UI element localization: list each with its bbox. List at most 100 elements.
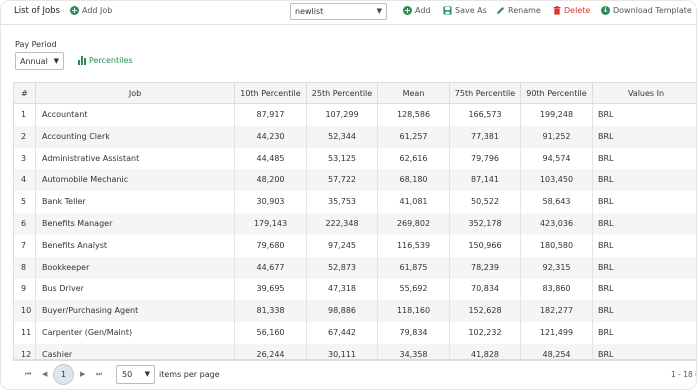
pay-period-select[interactable]: Annual ▼ [15,52,64,70]
cell-p10: 44,230 [235,125,307,148]
add-label: Add [415,6,431,15]
table-row[interactable]: 11 Carpenter (Gen/Maint) 56,160 67,442 79,83… [14,322,696,344]
cell-p90: 199,248 [521,104,593,126]
add-job-label: Add Job [82,6,113,15]
cell-p75: 50,522 [450,191,521,214]
table-row[interactable]: 1 Accountant 87,917 107,299 128,586 166,573 19… [14,104,696,126]
cell-p25: 107,299 [307,104,378,126]
cell-p25: 97,245 [307,234,378,257]
table-row[interactable]: 9 Bus Driver 39,695 47,318 55,692 70,834 83,86… [14,278,696,301]
caret-down-icon: ▼ [144,370,150,378]
column-header-mean[interactable]: Mean [378,83,450,104]
column-header-p75[interactable]: 75th Percentile [450,83,521,104]
delete-button[interactable]: Delete [553,6,590,15]
cell-p25: 98,886 [307,300,378,323]
table-row[interactable]: 8 Bookkeeper 44,677 52,873 61,875 78,239 92,31… [14,256,696,279]
table-row[interactable]: 7 Benefits Analyst 79,680 97,245 116,539 150,… [14,234,696,257]
column-header-job[interactable]: Job [36,83,235,104]
table-row[interactable]: 5 Bank Teller 30,903 35,753 41,081 50,522 58,6… [14,191,696,214]
cell-job: Buyer/Purchasing Agent [36,300,235,323]
cell-values-in: BRL [593,169,696,191]
page-size-select[interactable]: 50 ▼ [116,365,155,384]
cell-row-number: 10 [14,300,36,323]
cell-p75: 152,628 [450,300,521,323]
cell-p25: 53,125 [307,147,378,170]
cell-row-number: 5 [14,191,36,214]
cell-p90: 83,860 [521,278,593,301]
cell-p10: 179,143 [235,213,307,235]
table-row[interactable]: 6 Benefits Manager 179,143 222,348 269,802 35… [14,213,696,235]
column-header-p25[interactable]: 25th Percentile [307,83,378,104]
list-select-value: newlist [295,7,324,16]
cell-values-in: BRL [593,148,696,170]
cell-p25: 47,318 [307,278,378,301]
trash-icon [553,6,561,15]
items-per-page-label: items per page [159,370,220,379]
cell-p10: 44,677 [235,256,307,279]
cell-p90: 91,252 [521,125,593,148]
table-row[interactable]: 12 Cashier 26,244 30,111 34,358 41,828 48,254 B… [14,343,696,359]
cell-row-number: 2 [14,125,36,148]
cell-p25: 67,442 [307,322,378,344]
save-as-button[interactable]: Save As [443,6,487,15]
cell-mean: 79,834 [378,322,450,344]
cell-row-number: 12 [14,343,36,359]
table-row[interactable]: 2 Accounting Clerk 44,230 52,344 61,257 77,38… [14,125,696,148]
download-template-label: Download Template [613,6,692,15]
app-window: List of Jobs + Add Job newlist ▼ + Add S… [0,0,697,390]
cell-p25: 52,344 [307,125,378,148]
next-page-icon[interactable]: ▶ [80,370,85,378]
pager: ⏮ ◀ 1 ▶ ⏭ 50 ▼ items per page 1 - 18 of [13,360,696,389]
rename-button[interactable]: Rename [496,6,541,15]
cell-p90: 180,580 [521,234,593,257]
plus-circle-icon: + [403,6,412,15]
cell-p10: 44,485 [235,147,307,170]
column-header-row-number[interactable]: # [14,83,36,104]
column-header-values-in[interactable]: Values In [593,83,696,104]
cell-p75: 78,239 [450,256,521,279]
pay-period-value: Annual [20,57,48,66]
download-template-button[interactable]: ↓ Download Template [601,6,692,15]
cell-p90: 423,036 [521,213,593,235]
pay-period-label: Pay Period [15,40,57,49]
cell-p10: 87,917 [235,104,307,126]
cell-p90: 58,643 [521,191,593,214]
current-page-button[interactable]: 1 [53,364,74,385]
jobs-table: # Job 10th Percentile 25th Percentile Mean 75… [13,82,696,360]
cell-p75: 352,178 [450,213,521,235]
plus-circle-icon: + [70,6,79,15]
cell-values-in: BRL [593,191,696,213]
cell-p90: 103,450 [521,169,593,192]
page-size-value: 50 [122,370,133,379]
rename-label: Rename [508,6,541,15]
cell-job: Benefits Analyst [36,234,235,257]
download-icon: ↓ [601,6,610,15]
last-page-icon[interactable]: ⏭ [96,370,102,379]
cell-p90: 94,574 [521,147,593,170]
top-toolbar: List of Jobs + Add Job newlist ▼ + Add S… [1,1,696,25]
table-row[interactable]: 10 Buyer/Purchasing Agent 81,338 98,886 118,… [14,300,696,323]
cell-p75: 87,141 [450,169,521,192]
table-row[interactable]: 3 Administrative Assistant 44,485 53,125 62,… [14,147,696,170]
save-as-label: Save As [455,6,487,15]
cell-job: Administrative Assistant [36,147,235,170]
first-page-icon[interactable]: ⏮ [25,370,31,379]
cell-p75: 79,796 [450,147,521,170]
list-select[interactable]: newlist ▼ [290,3,387,20]
cell-mean: 41,081 [378,191,450,214]
cell-p75: 166,573 [450,104,521,126]
percentiles-button[interactable]: Percentiles [78,56,133,65]
add-button[interactable]: + Add [403,6,431,15]
column-header-p10[interactable]: 10th Percentile [235,83,307,104]
cell-row-number: 7 [14,234,36,257]
cell-values-in: BRL [593,213,696,235]
table-row[interactable]: 4 Automobile Mechanic 48,200 57,722 68,180 87… [14,169,696,192]
page-title: List of Jobs [14,6,60,16]
cell-mean: 269,802 [378,213,450,235]
column-header-p90[interactable]: 90th Percentile [521,83,593,104]
prev-page-icon[interactable]: ◀ [42,370,47,378]
add-job-button[interactable]: + Add Job [70,6,112,15]
cell-mean: 128,586 [378,104,450,126]
cell-p75: 150,966 [450,234,521,257]
cell-row-number: 8 [14,256,36,279]
